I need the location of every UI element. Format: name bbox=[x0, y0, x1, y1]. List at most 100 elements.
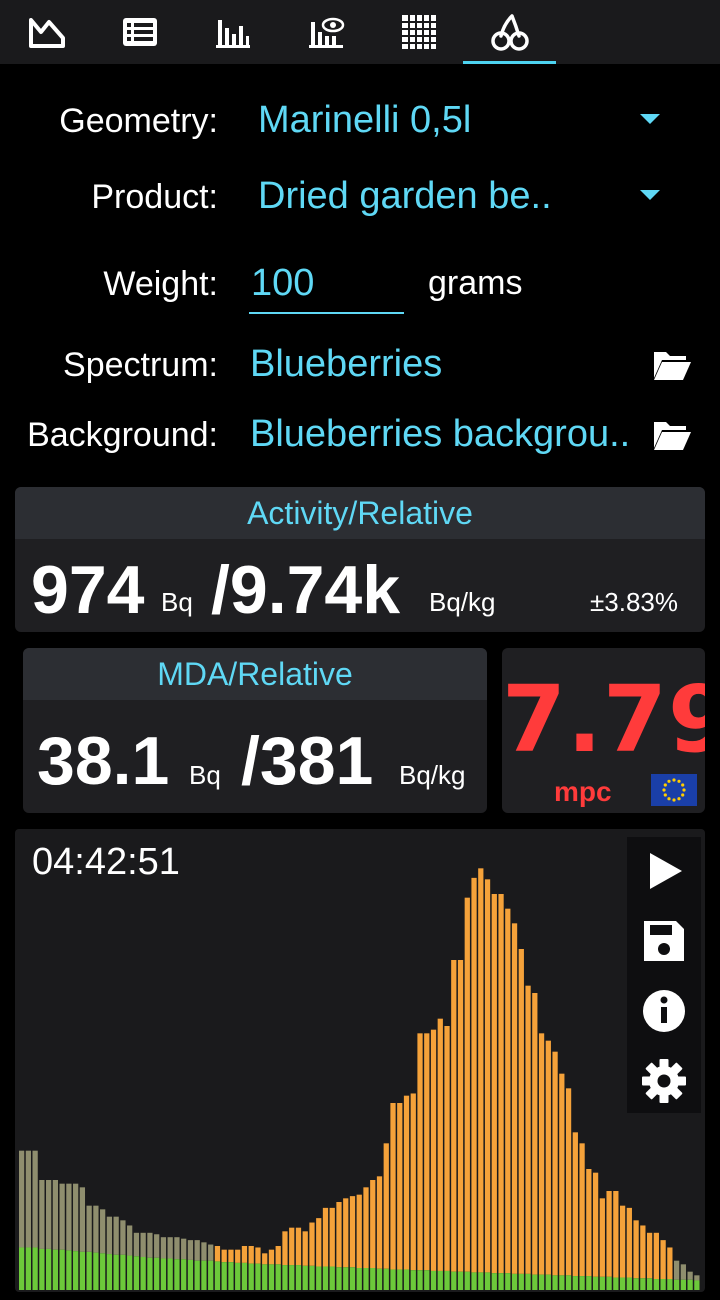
spectrum-bar-upper bbox=[397, 1103, 403, 1270]
spectrum-bar-background bbox=[336, 1267, 342, 1290]
spectrum-bar-upper bbox=[160, 1237, 167, 1259]
spectrum-bar-background bbox=[19, 1247, 25, 1290]
activity-header: Activity/Relative bbox=[15, 487, 705, 539]
spectrum-bar-background bbox=[532, 1274, 538, 1290]
product-dropdown-arrow-icon[interactable] bbox=[640, 190, 660, 200]
spectrum-bar-background bbox=[545, 1274, 551, 1290]
spectrum-bar-upper bbox=[282, 1231, 288, 1266]
spectrum-bar-background bbox=[221, 1262, 227, 1290]
spectrum-bar-upper bbox=[437, 1018, 443, 1271]
activity-panel: Activity/Relative 974 Bq /9.74k Bq/kg ±3… bbox=[15, 487, 705, 632]
save-icon bbox=[644, 921, 684, 961]
spectrum-bar-upper bbox=[147, 1232, 153, 1258]
play-button[interactable] bbox=[627, 839, 701, 903]
activity-relative-value: /9.74k bbox=[211, 552, 401, 628]
spectrum-bar-upper bbox=[248, 1246, 254, 1264]
background-label: Background: bbox=[27, 416, 218, 454]
spectrum-file[interactable]: Blueberries bbox=[250, 343, 648, 386]
spectrum-bar-upper bbox=[214, 1246, 221, 1262]
spectrum-bar-upper bbox=[194, 1240, 200, 1261]
spectrum-bar-background bbox=[478, 1272, 484, 1290]
spectrum-bar-upper bbox=[228, 1249, 234, 1263]
spectrum-bar-upper bbox=[484, 879, 491, 1273]
spectrum-bar-upper bbox=[255, 1247, 261, 1264]
mpc-value: 7.79 bbox=[502, 666, 705, 773]
spectrum-bar-upper bbox=[444, 1026, 450, 1271]
spectrum-bar-background bbox=[147, 1257, 153, 1290]
spectrum-bar-background bbox=[464, 1271, 470, 1290]
spectrum-bar-upper bbox=[356, 1194, 362, 1268]
tab-spectrum-eye[interactable] bbox=[279, 0, 372, 64]
spectrum-toolbar bbox=[627, 837, 701, 1113]
spectrum-bar-background bbox=[174, 1259, 180, 1290]
spectrum-bar-upper bbox=[275, 1246, 281, 1265]
spectrum-bar-upper bbox=[174, 1237, 180, 1260]
spectrum-bar-upper bbox=[646, 1232, 653, 1279]
spectrum-folder-icon[interactable] bbox=[652, 348, 692, 382]
spectrum-bar-background bbox=[592, 1276, 599, 1290]
spectrum-bar-background bbox=[140, 1257, 146, 1290]
spectrum-bar-background bbox=[113, 1254, 119, 1290]
spectrum-bar-upper bbox=[100, 1209, 106, 1254]
tab-grid[interactable] bbox=[372, 0, 465, 64]
mda-value: 38.1 bbox=[37, 723, 170, 799]
mda-relative-unit: Bq/kg bbox=[399, 760, 466, 790]
spectrum-bar-upper bbox=[667, 1247, 673, 1279]
spectrum-bar-upper bbox=[478, 868, 484, 1273]
spectrum-bar-background bbox=[106, 1254, 113, 1290]
weight-label: Weight: bbox=[103, 265, 218, 303]
spectrum-bar-background bbox=[667, 1279, 673, 1290]
activity-unit: Bq bbox=[161, 587, 193, 617]
spectrum-bar-upper bbox=[552, 1051, 558, 1276]
settings-icon bbox=[642, 1059, 686, 1103]
spectrum-bar-upper bbox=[633, 1220, 639, 1279]
spectrum-bar-background bbox=[376, 1268, 383, 1290]
spectrum-bar-upper bbox=[79, 1187, 86, 1252]
background-file[interactable]: Blueberries backgrou.. bbox=[250, 413, 650, 456]
background-folder-icon[interactable] bbox=[652, 418, 692, 452]
spectrum-bar-background bbox=[363, 1268, 369, 1290]
spectrum-bar-upper bbox=[309, 1222, 315, 1266]
spectrum-bar-upper bbox=[235, 1249, 241, 1263]
spectrum-bar-upper bbox=[599, 1198, 605, 1277]
spectrum-bar-background bbox=[66, 1250, 72, 1290]
spectrum-chart-svg bbox=[19, 868, 700, 1290]
spectrum-bar-background bbox=[73, 1251, 79, 1290]
spectrum-bar-upper bbox=[586, 1169, 592, 1277]
spectrum-bar-background bbox=[86, 1251, 92, 1290]
tab-cherries[interactable] bbox=[463, 0, 556, 64]
weight-input[interactable]: 100 bbox=[249, 260, 404, 314]
spectrum-bar-upper bbox=[221, 1249, 227, 1263]
spectrum-bar-upper bbox=[579, 1143, 585, 1277]
spectrum-bar-upper bbox=[565, 1088, 572, 1276]
info-button[interactable] bbox=[627, 979, 701, 1043]
spectrum-bar-upper bbox=[694, 1275, 700, 1281]
spectrum-chart[interactable]: 04:42:51 bbox=[15, 829, 705, 1292]
spectrum-bar-background bbox=[552, 1275, 558, 1290]
spectrum-bar-upper bbox=[343, 1198, 349, 1268]
spectrum-bar-upper bbox=[154, 1234, 160, 1258]
activity-relative-unit: Bq/kg bbox=[429, 587, 496, 617]
product-select[interactable]: Dried garden be.. bbox=[258, 175, 628, 218]
mda-header: MDA/Relative bbox=[23, 648, 487, 700]
geometry-dropdown-arrow-icon[interactable] bbox=[640, 114, 660, 124]
geometry-select[interactable]: Marinelli 0,5l bbox=[258, 99, 628, 142]
spectrum-bar-background bbox=[25, 1247, 31, 1290]
spectrum-bar-upper bbox=[289, 1227, 295, 1266]
cherries-icon bbox=[490, 14, 529, 51]
spectrum-bar-upper bbox=[457, 960, 464, 1272]
spectrum-bar-background bbox=[525, 1273, 531, 1290]
spectrum-bar-upper bbox=[687, 1271, 693, 1280]
tab-bar-chart[interactable] bbox=[186, 0, 279, 64]
tab-area-chart[interactable] bbox=[0, 0, 93, 64]
spectrum-label: Spectrum: bbox=[63, 346, 218, 384]
spectrum-bar-upper bbox=[626, 1207, 632, 1278]
tab-list[interactable] bbox=[93, 0, 186, 64]
spectrum-bar-upper bbox=[113, 1216, 119, 1255]
spectrum-bar-upper bbox=[268, 1249, 275, 1265]
save-button[interactable] bbox=[627, 909, 701, 973]
spectrum-bar-background bbox=[505, 1273, 511, 1290]
settings-button[interactable] bbox=[627, 1049, 701, 1113]
spectrum-bar-background bbox=[154, 1257, 160, 1290]
spectrum-bar-background bbox=[52, 1249, 59, 1290]
